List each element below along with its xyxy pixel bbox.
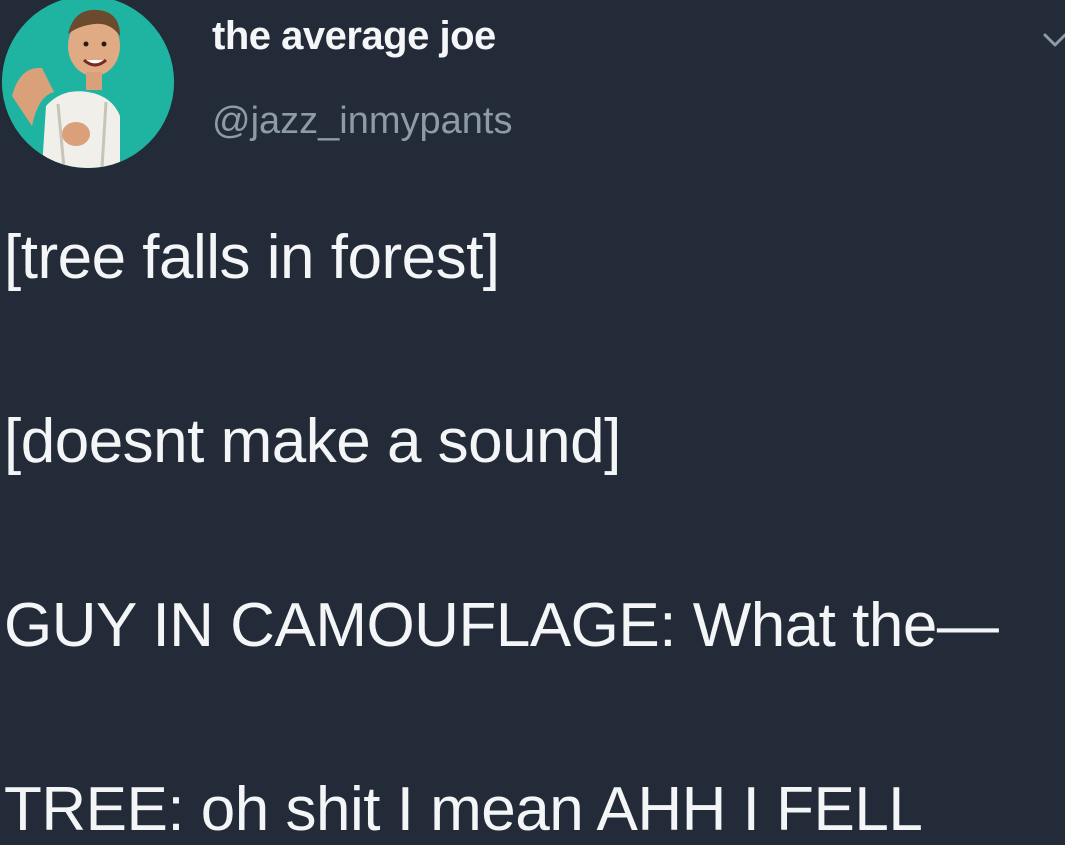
tweet-line: [tree falls in forest] xyxy=(4,223,500,292)
tweet-line: GUY IN CAMOUFLAGE: What the— xyxy=(4,591,999,660)
tweet-card: the average joe @jazz_inmypants [tree fa… xyxy=(0,0,1065,844)
avatar[interactable] xyxy=(2,0,174,168)
tweet-line: TREE: oh shit I mean AHH I FELL xyxy=(4,775,923,844)
avatar-photo xyxy=(2,0,174,168)
tweet-line: [doesnt make a sound] xyxy=(4,407,621,476)
chevron-down-icon[interactable] xyxy=(1041,26,1065,54)
display-name[interactable]: the average joe xyxy=(212,14,496,59)
user-handle[interactable]: @jazz_inmypants xyxy=(212,100,512,143)
